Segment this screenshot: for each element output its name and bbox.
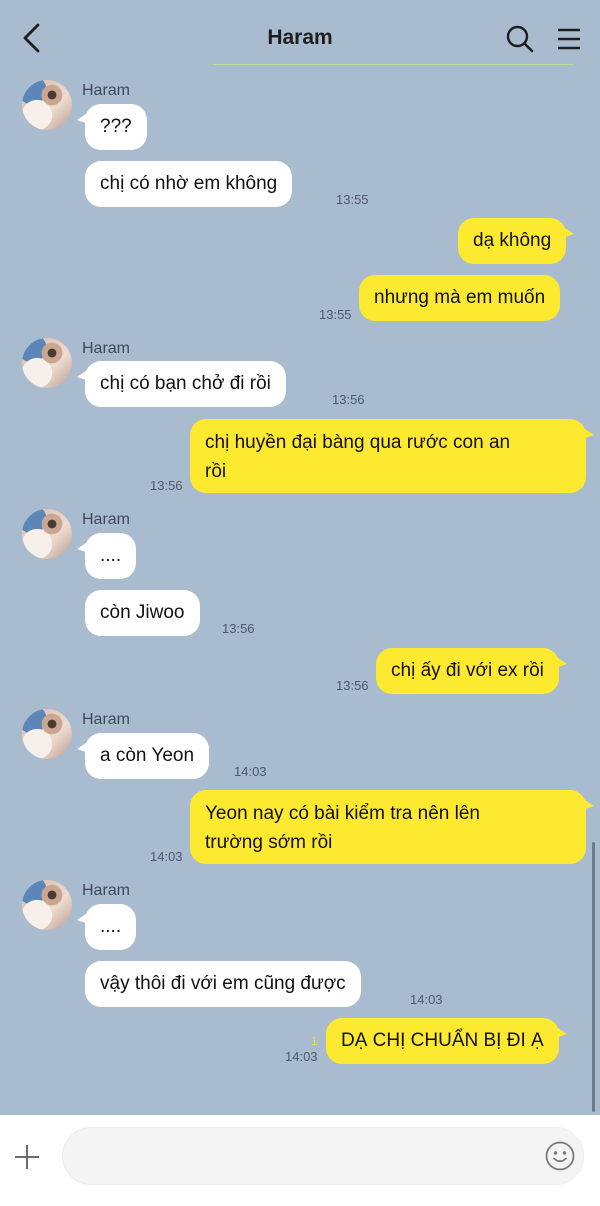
avatar[interactable] — [22, 509, 72, 559]
message-text: .... — [100, 916, 122, 937]
message-time: 13:55 — [319, 307, 352, 322]
message-time: 14:03 — [285, 1049, 318, 1064]
search-icon[interactable] — [505, 24, 535, 54]
menu-icon[interactable] — [555, 26, 583, 52]
avatar[interactable] — [22, 709, 72, 759]
message-text-line2: rồi — [205, 461, 227, 482]
message-bubble[interactable]: nhưng mà em muốn — [359, 275, 561, 321]
message-bubble[interactable]: chị có bạn chở đi rồi — [77, 361, 286, 407]
scrollbar[interactable] — [592, 842, 595, 1112]
message-text: chị có nhờ em không — [100, 173, 278, 194]
message-text: chị có bạn chở đi rồi — [100, 373, 271, 394]
message-bubble[interactable]: chị có nhờ em không — [85, 161, 293, 207]
message-bubble[interactable]: a còn Yeon — [76, 733, 210, 779]
message-bubble[interactable]: còn Jiwoo — [85, 590, 200, 636]
message-input[interactable] — [62, 1127, 584, 1185]
message-text: nhưng mà em muốn — [374, 287, 546, 308]
unread-count: 1 — [311, 1034, 318, 1048]
message-text-line2: trường sớm rồi — [205, 832, 333, 853]
sender-name: Haram — [82, 82, 131, 99]
avatar[interactable] — [22, 338, 72, 388]
message-text: chị ấy đi với ex rồi — [391, 660, 544, 681]
message-text: a còn Yeon — [100, 745, 195, 766]
message-time: 13:55 — [336, 192, 369, 207]
message-text: dạ không — [473, 230, 552, 251]
input-bar — [0, 1115, 600, 1206]
message-time: 14:03 — [150, 849, 183, 864]
header-divider — [213, 64, 573, 65]
message-bubble[interactable]: .... — [76, 904, 137, 950]
sender-name: Haram — [82, 882, 131, 899]
sender-name: Haram — [82, 511, 131, 528]
message-text: .... — [100, 545, 122, 566]
message-time: 14:03 — [234, 764, 267, 779]
message-bubble[interactable]: dạ không — [458, 218, 575, 264]
message-bubble[interactable]: ??? — [77, 104, 147, 150]
emoji-icon[interactable] — [544, 1140, 576, 1172]
message-text: Yeon nay có bài kiểm tra nên lên — [205, 803, 480, 824]
message-bubble[interactable]: Yeon nay có bài kiểm tra nên lên trường … — [190, 790, 594, 864]
chat-header: Haram — [0, 0, 600, 70]
message-text: chị huyền đại bàng qua rước con an — [205, 432, 511, 453]
message-bubble[interactable]: chị huyền đại bàng qua rước con an rồi — [190, 419, 594, 493]
message-bubble[interactable]: vậy thôi đi với em cũng được — [85, 961, 361, 1007]
message-bubble[interactable]: chị ấy đi với ex rồi — [376, 648, 567, 694]
plus-icon[interactable] — [13, 1143, 41, 1171]
message-time: 13:56 — [332, 392, 365, 407]
message-text: vậy thôi đi với em cũng được — [100, 973, 346, 994]
message-bubble[interactable]: .... — [76, 533, 137, 579]
message-text: DẠ CHỊ CHUẨN BỊ ĐI Ạ — [341, 1030, 544, 1051]
avatar[interactable] — [22, 80, 72, 130]
message-time: 13:56 — [222, 621, 255, 636]
message-time: 13:56 — [150, 478, 183, 493]
sender-name: Haram — [82, 711, 131, 728]
message-bubble[interactable]: DẠ CHỊ CHUẨN BỊ ĐI Ạ — [326, 1018, 567, 1064]
message-time: 13:56 — [336, 678, 369, 693]
message-text: còn Jiwoo — [100, 602, 185, 623]
message-time: 14:03 — [410, 992, 443, 1007]
message-text: ??? — [100, 116, 132, 137]
sender-name: Haram — [82, 340, 131, 357]
avatar[interactable] — [22, 880, 72, 930]
